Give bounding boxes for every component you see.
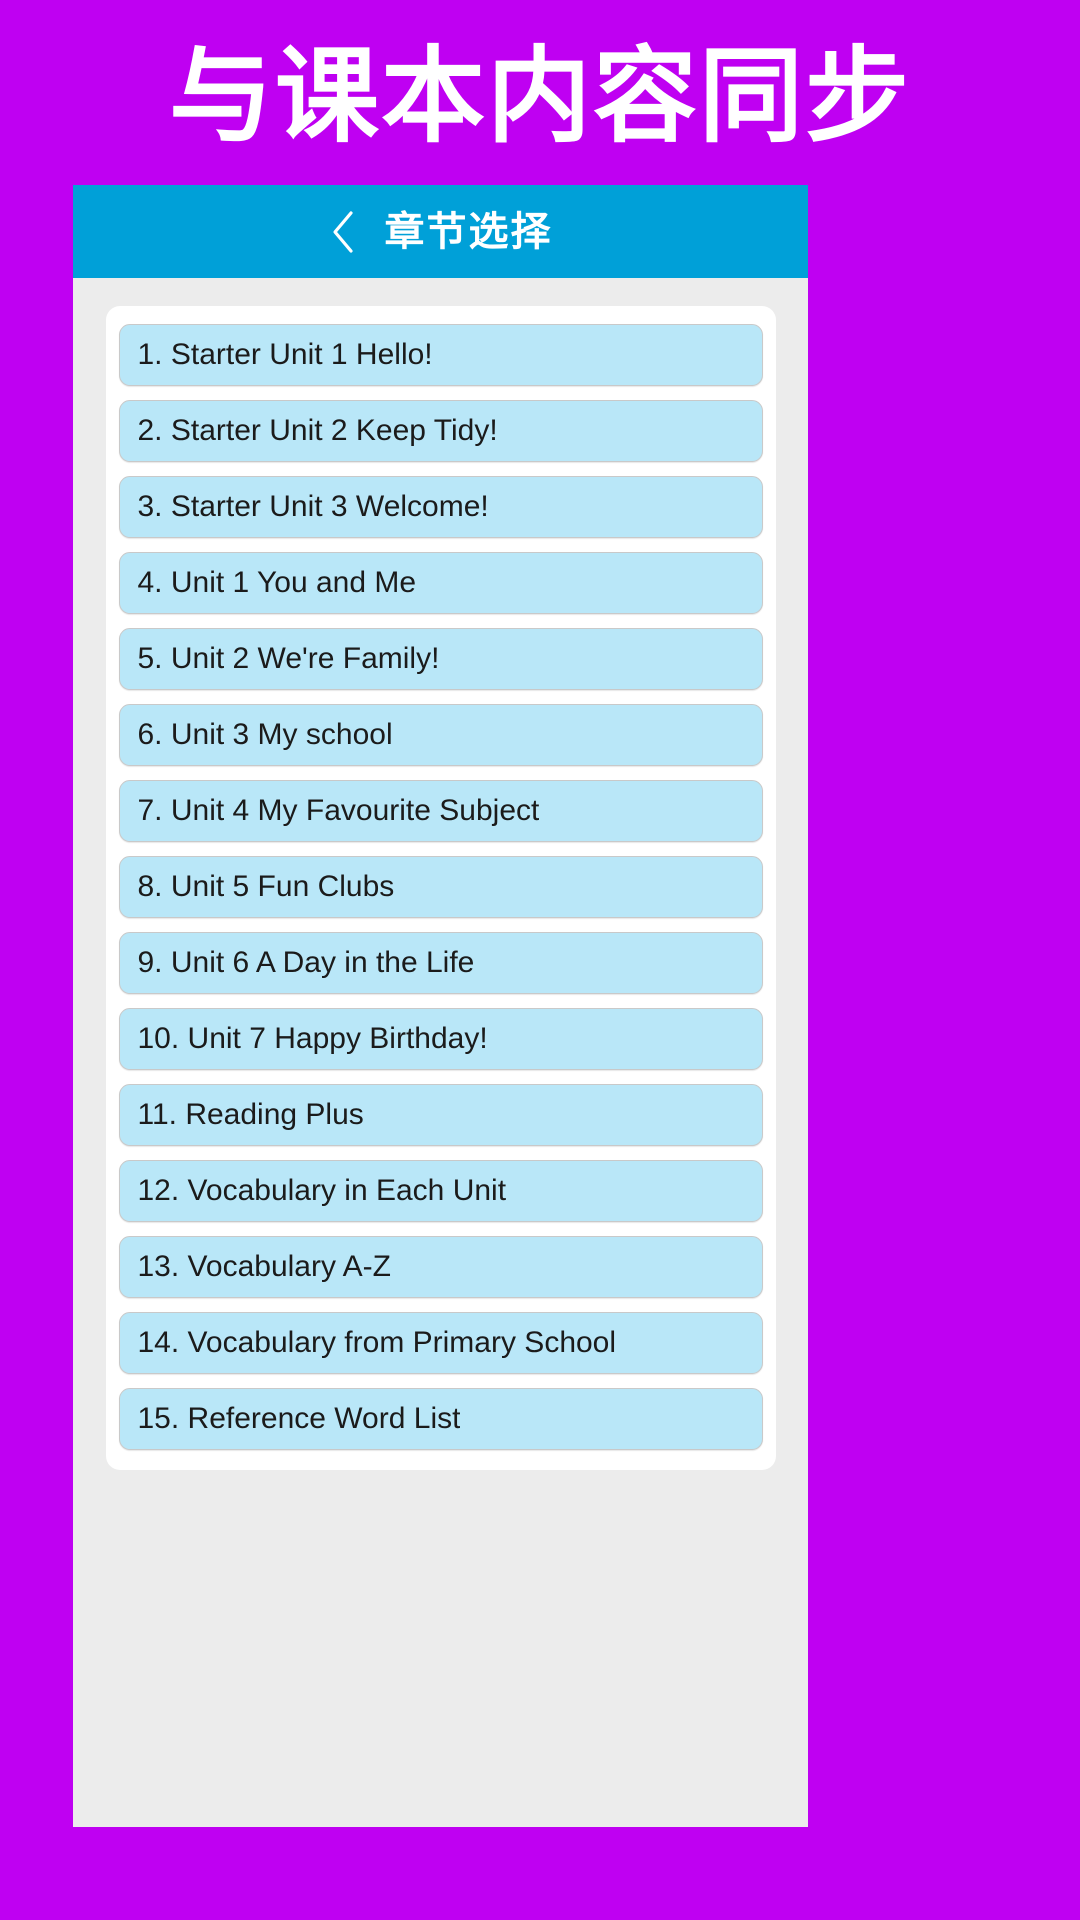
list-item-label: 2. Starter Unit 2 Keep Tidy! (137, 416, 498, 446)
app-bar-title: 章节选择 (384, 209, 553, 254)
list-item[interactable]: 10. Unit 7 Happy Birthday! (118, 1008, 763, 1070)
list-item[interactable]: 4. Unit 1 You and Me (118, 552, 763, 614)
chapter-card: 1. Starter Unit 1 Hello! 2. Starter Unit… (105, 306, 776, 1470)
list-item-label: 6. Unit 3 My school (137, 720, 393, 750)
list-item[interactable]: 13. Vocabulary A-Z (118, 1236, 763, 1298)
list-item-label: 5. Unit 2 We're Family! (137, 644, 440, 674)
screen-content: 1. Starter Unit 1 Hello! 2. Starter Unit… (73, 278, 808, 1827)
list-item[interactable]: 7. Unit 4 My Favourite Subject (118, 780, 763, 842)
list-item-label: 13. Vocabulary A-Z (137, 1252, 391, 1282)
list-item-label: 15. Reference Word List (137, 1404, 461, 1434)
list-item-label: 10. Unit 7 Happy Birthday! (137, 1024, 488, 1054)
list-item-label: 8. Unit 5 Fun Clubs (137, 872, 395, 902)
list-item[interactable]: 8. Unit 5 Fun Clubs (118, 856, 763, 918)
list-item-label: 7. Unit 4 My Favourite Subject (137, 796, 540, 826)
chapter-list: 1. Starter Unit 1 Hello! 2. Starter Unit… (106, 324, 776, 1450)
list-item[interactable]: 3. Starter Unit 3 Welcome! (118, 476, 763, 538)
list-item[interactable]: 1. Starter Unit 1 Hello! (118, 324, 763, 386)
list-item[interactable]: 5. Unit 2 We're Family! (118, 628, 763, 690)
list-item[interactable]: 15. Reference Word List (118, 1388, 763, 1450)
list-item-label: 14. Vocabulary from Primary School (137, 1328, 617, 1358)
promo-stage: 与课本内容同步 章节选择 1. Starter Unit 1 Hello! 2.… (0, 0, 1080, 1920)
list-item-label: 9. Unit 6 A Day in the Life (137, 948, 475, 978)
list-item[interactable]: 14. Vocabulary from Primary School (118, 1312, 763, 1374)
list-item[interactable]: 11. Reading Plus (118, 1084, 763, 1146)
list-item-label: 11. Reading Plus (137, 1100, 364, 1130)
app-screenshot-panel: 章节选择 1. Starter Unit 1 Hello! 2. Starter… (73, 185, 808, 1827)
list-item-label: 12. Vocabulary in Each Unit (137, 1176, 507, 1206)
promo-heading: 与课本内容同步 (168, 39, 911, 155)
list-item-label: 4. Unit 1 You and Me (137, 568, 417, 598)
chevron-left-icon[interactable] (329, 210, 355, 254)
list-item-label: 1. Starter Unit 1 Hello! (137, 340, 433, 370)
list-item[interactable]: 6. Unit 3 My school (118, 704, 763, 766)
list-item[interactable]: 9. Unit 6 A Day in the Life (118, 932, 763, 994)
app-bar: 章节选择 (73, 185, 808, 278)
list-item-label: 3. Starter Unit 3 Welcome! (137, 492, 489, 522)
list-item[interactable]: 12. Vocabulary in Each Unit (118, 1160, 763, 1222)
list-item[interactable]: 2. Starter Unit 2 Keep Tidy! (118, 400, 763, 462)
